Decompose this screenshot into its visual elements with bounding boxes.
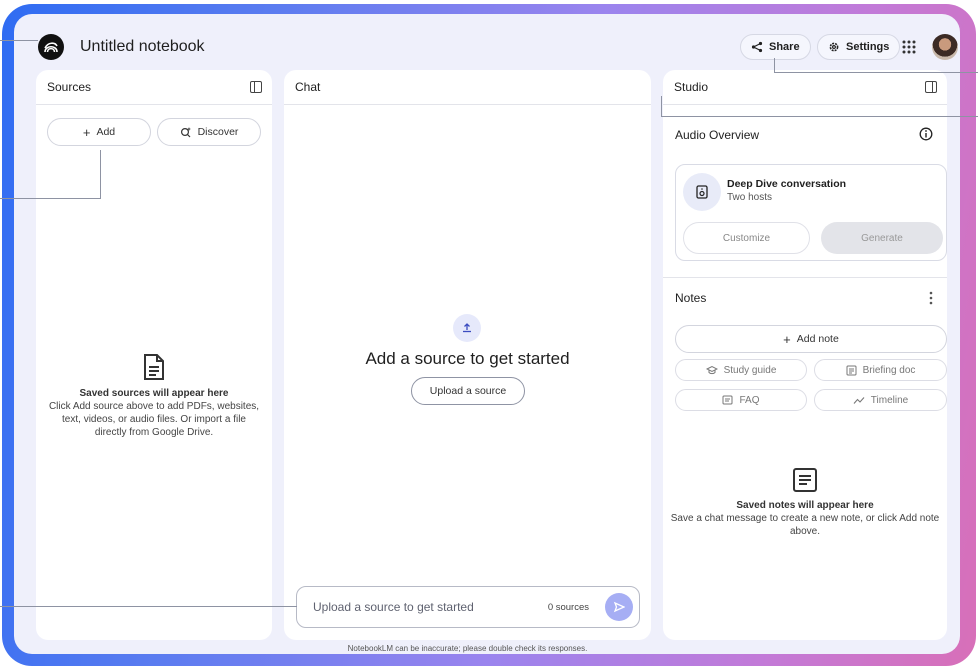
add-source-label: Add: [96, 126, 116, 138]
send-icon: [613, 601, 625, 613]
settings-button[interactable]: Settings: [817, 34, 901, 60]
studio-panel: Studio Audio Overview Deep Dive conversa…: [663, 70, 947, 640]
briefing-doc-button[interactable]: Briefing doc: [814, 359, 947, 381]
studio-title: Studio: [674, 80, 709, 94]
send-button[interactable]: [605, 593, 633, 621]
notes-empty-heading: Saved notes will appear here: [736, 500, 874, 511]
disclaimer: NotebookLM can be inaccurate; please dou…: [347, 644, 588, 653]
callout-line-logo: [0, 40, 38, 42]
audio-overview-card: Deep Dive conversation Two hosts Customi…: [675, 164, 947, 261]
chat-title: Chat: [295, 80, 321, 94]
callout-line-share: [774, 72, 978, 74]
study-guide-icon: [705, 365, 718, 375]
studio-divider: [663, 277, 947, 278]
share-icon: [751, 41, 763, 53]
logo-icon[interactable]: [38, 34, 64, 60]
share-label: Share: [769, 41, 800, 53]
avatar[interactable]: [932, 34, 958, 60]
timeline-icon: [853, 396, 865, 404]
add-source-button[interactable]: + Add: [47, 118, 151, 146]
notes-empty-state: Saved notes will appear here Save a chat…: [663, 467, 947, 538]
faq-button[interactable]: FAQ: [675, 389, 807, 411]
study-guide-button[interactable]: Study guide: [675, 359, 807, 381]
timeline-button[interactable]: Timeline: [814, 389, 947, 411]
info-icon[interactable]: [919, 127, 933, 141]
apps-grid-icon[interactable]: [900, 38, 918, 56]
customize-button[interactable]: Customize: [683, 222, 810, 254]
faq-icon: [722, 395, 733, 404]
notes-title: Notes: [675, 291, 707, 305]
timeline-label: Timeline: [870, 394, 909, 406]
panel-toggle-icon[interactable]: [250, 81, 262, 93]
faq-label: FAQ: [739, 394, 760, 406]
plus-icon: +: [783, 331, 791, 347]
chat-input-placeholder: Upload a source to get started: [313, 600, 474, 614]
briefing-doc-icon: [846, 365, 857, 375]
callout-line-studio: [661, 116, 978, 118]
upload-source-button[interactable]: Upload a source: [411, 377, 525, 405]
kebab-icon[interactable]: [929, 291, 933, 305]
generate-button[interactable]: Generate: [821, 222, 943, 254]
chat-header: Chat: [284, 70, 651, 105]
chat-headline: Add a source to get started: [365, 349, 570, 368]
source-count: 0 sources: [547, 601, 589, 613]
study-guide-label: Study guide: [723, 364, 777, 376]
sources-empty-state: Saved sources will appear here Click Add…: [47, 353, 261, 439]
callout-line-input: [0, 606, 297, 608]
audio-overview-title: Audio Overview: [675, 128, 760, 142]
discover-button[interactable]: Discover: [157, 118, 261, 146]
upload-icon: [453, 314, 481, 342]
add-note-label: Add note: [796, 333, 839, 345]
callout-line-add: [100, 150, 102, 199]
briefing-doc-label: Briefing doc: [862, 364, 916, 376]
discover-label: Discover: [197, 126, 239, 138]
chat-input[interactable]: Upload a source to get started 0 sources: [296, 586, 640, 628]
notebook-title[interactable]: Untitled notebook: [80, 38, 205, 56]
panel-toggle-icon[interactable]: [925, 81, 937, 93]
notes-icon: [793, 468, 817, 492]
callout-line-share: [774, 58, 776, 72]
sources-empty-body: Click Add source above to add PDFs, webs…: [48, 401, 260, 438]
sources-empty-heading: Saved sources will appear here: [79, 388, 229, 399]
document-icon: [144, 354, 164, 380]
sources-panel: Sources + Add Discover Saved sources wil…: [36, 70, 272, 640]
share-button[interactable]: Share: [740, 34, 811, 60]
notebook-app: Untitled notebook Share Settings Sources…: [14, 14, 960, 654]
add-note-button[interactable]: + Add note: [675, 325, 947, 353]
audio-card-title: Deep Dive conversation: [727, 178, 847, 190]
chat-panel: Chat Add a source to get started Upload …: [284, 70, 651, 640]
plus-icon: +: [82, 124, 91, 140]
audio-card-subtitle: Two hosts: [727, 192, 773, 203]
callout-line-studio: [661, 96, 663, 117]
speaker-icon: [683, 173, 721, 211]
studio-header: Studio: [663, 70, 947, 105]
notes-empty-body: Save a chat message to create a new note…: [670, 513, 940, 537]
callout-line-add: [0, 198, 101, 200]
sources-title: Sources: [47, 80, 92, 94]
settings-label: Settings: [846, 41, 890, 53]
gear-icon: [829, 42, 839, 52]
sources-header: Sources: [36, 70, 272, 105]
discover-icon: [180, 127, 191, 138]
